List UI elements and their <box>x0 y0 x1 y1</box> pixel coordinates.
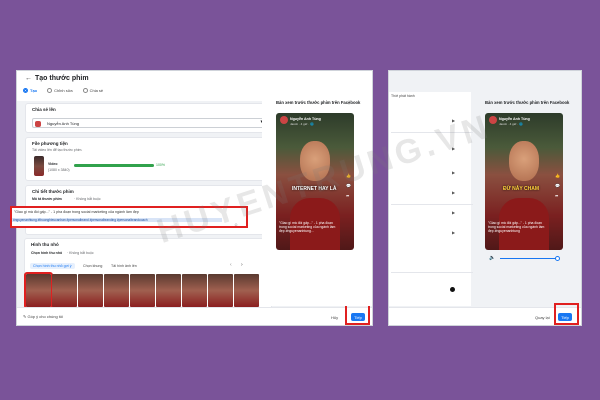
avatar <box>35 121 41 127</box>
cancel-button[interactable]: Hủy <box>331 313 338 321</box>
desc-label: Mô tả thước phim <box>32 197 62 201</box>
volume-icon[interactable]: 🔈 <box>489 255 495 261</box>
video-thumbnail <box>34 156 44 176</box>
thumbnail-option[interactable] <box>182 274 207 307</box>
thumbnail-option[interactable] <box>234 274 259 307</box>
preview-username: Nguyễn Anh Tùng <box>499 117 530 121</box>
media-label: File phương tiện <box>32 141 68 146</box>
slider-handle[interactable] <box>555 256 560 261</box>
tab-choose-frame[interactable]: Chọn khung <box>80 263 105 269</box>
radio-icon <box>82 88 88 93</box>
progress-text: 100% <box>156 163 165 167</box>
account-name: Nguyễn Anh Tùng <box>47 120 79 126</box>
volume-slider[interactable] <box>500 258 558 259</box>
play-icon[interactable]: ▶ <box>452 190 455 195</box>
status-dot <box>450 287 455 292</box>
share-icon: ➦ <box>555 193 559 198</box>
reel-preview: Nguyễn Anh Tùng Jacob · 4 giờ · 🌐 ĐỪ NẪY… <box>485 113 563 250</box>
desc-optional: · Không bắt buộc <box>74 197 101 201</box>
thumbnail-label: Hình thu nhỏ <box>31 242 59 247</box>
preview-caption: "Giao gì mà đòi gấp..." - 1 pha đoạn tro… <box>279 221 336 234</box>
thumbnail-option[interactable] <box>208 274 233 307</box>
thumbnail-option[interactable] <box>104 274 129 307</box>
avatar <box>280 116 288 124</box>
radio-icon <box>23 88 28 93</box>
video-frame <box>509 141 539 181</box>
back-button[interactable]: Quay lại <box>535 313 550 321</box>
thumbnail-option[interactable] <box>156 274 181 307</box>
thumbnail-option[interactable] <box>78 274 103 307</box>
info-icon[interactable]: ⓘ <box>347 100 351 106</box>
thumbnail-option[interactable] <box>52 274 77 307</box>
thumbnail-strip <box>24 272 259 309</box>
preview-meta: Jacob · 4 giờ · 🌐 <box>290 122 314 126</box>
step-create[interactable]: Tạo <box>23 88 37 93</box>
thumbnail-sub-label: Chọn hình thu nhỏ <box>31 251 63 255</box>
feedback-link[interactable]: ✎ Góp ý cho chúng tôi <box>23 314 63 319</box>
video-overlay-text: ĐỪ NẪY CHAM <box>503 186 540 192</box>
thumbnail-option[interactable] <box>130 274 155 307</box>
avatar <box>489 116 497 124</box>
preview-username: Nguyễn Anh Tùng <box>290 117 321 121</box>
video-title: Video <box>48 162 58 166</box>
thumbnail-option[interactable] <box>24 272 53 309</box>
chevron-left-icon[interactable]: ‹ <box>230 262 232 268</box>
divider <box>391 272 473 273</box>
upload-progress-bar <box>74 164 154 167</box>
arrow-left-icon[interactable]: ← <box>25 75 32 82</box>
media-card: File phương tiện Tải video lên để tạo th… <box>25 137 273 181</box>
tab-upload-image[interactable]: Tải hình ảnh lên <box>108 263 140 269</box>
chevron-right-icon[interactable]: › <box>241 262 243 268</box>
like-icon: 👍 <box>555 173 560 178</box>
description-text: "Giao gì mà đòi gấp..." - 1 pha đoạn tro… <box>14 210 139 214</box>
highlight-box <box>345 303 370 325</box>
comment-icon: 💬 <box>555 183 560 188</box>
play-icon[interactable]: ▶ <box>452 210 455 215</box>
footer: ✎ Góp ý cho chúng tôi Hủy Tiếp <box>17 307 372 325</box>
media-sub: Tải video lên để tạo thước phim. <box>32 148 83 152</box>
highlight-box <box>554 303 579 325</box>
details-label: Chi tiết thước phim <box>32 189 74 194</box>
preview-heading: Bản xem trước thước phim trên Facebook <box>276 100 361 105</box>
account-select[interactable]: Nguyễn Anh Tùng ▾ <box>32 118 268 128</box>
publish-label: Thời phát hành <box>391 94 415 98</box>
share-to-label: Chia sẻ lên <box>32 107 56 112</box>
page-title: Tạo thước phim <box>35 75 89 82</box>
thumbnail-optional: · Không bắt buộc <box>67 251 94 255</box>
preview-meta: Jacob · 4 giờ · 🌐 <box>499 122 523 126</box>
video-dims: (1080 x 3840) <box>48 168 70 172</box>
share-icon: ➦ <box>346 193 350 198</box>
radio-icon <box>47 88 53 93</box>
play-icon[interactable]: ▶ <box>452 230 455 235</box>
step-share[interactable]: Chia sẻ <box>82 88 103 93</box>
step-indicator: Tạo Chỉnh sửa Chia sẻ <box>23 88 103 93</box>
preview-caption: "Giao gì mà đòi gấp..." - 1 pha đoạn tro… <box>488 221 545 234</box>
share-to-card: Chia sẻ lên Nguyễn Anh Tùng ▾ <box>25 103 273 133</box>
play-icon[interactable]: ▶ <box>452 170 455 175</box>
preview-heading: Bản xem trước thước phim trên Facebook <box>485 100 570 105</box>
divider <box>391 204 473 205</box>
tab-suggested-thumbnail[interactable]: Chọn hình thu nhỏ gợi ý <box>30 263 75 269</box>
step-edit[interactable]: Chỉnh sửa <box>47 88 73 93</box>
footer: Quay lại Tiếp <box>389 307 581 325</box>
